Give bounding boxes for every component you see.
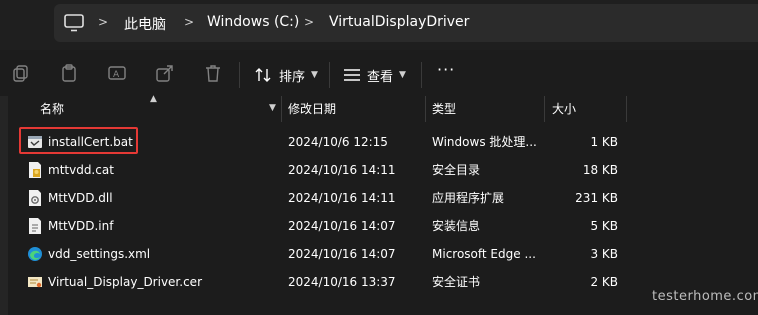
file-size: 18 KB (582, 163, 618, 177)
file-size: 3 KB (590, 247, 618, 261)
edge-xml-icon (28, 247, 42, 261)
delete-icon[interactable] (203, 63, 223, 83)
column-divider[interactable] (281, 96, 282, 122)
chevron-right-icon[interactable]: > (98, 15, 108, 29)
file-date: 2024/10/16 13:37 (288, 275, 396, 289)
certificate-icon (28, 277, 42, 288)
file-size: 2 KB (590, 275, 618, 289)
column-divider[interactable] (425, 96, 426, 122)
file-name: vdd_settings.xml (48, 247, 151, 261)
highlight-annotation (19, 127, 138, 154)
command-bar: A 排序 ▼ 查看 ▼ ··· (0, 52, 758, 96)
rename-icon[interactable]: A (107, 63, 127, 83)
chevron-down-icon[interactable]: ▼ (269, 103, 276, 113)
file-date: 2024/10/16 14:11 (288, 163, 396, 177)
file-date: 2024/10/16 14:07 (288, 247, 396, 261)
address-bar-row: > 此电脑 > Windows (C:) > VirtualDisplayDri… (0, 0, 758, 50)
svg-text:A: A (113, 70, 120, 80)
file-type: 安全目录 (432, 163, 481, 177)
file-name: MttVDD.dll (48, 191, 113, 205)
file-date: 2024/10/6 12:15 (288, 135, 388, 149)
file-name: MttVDD.inf (48, 219, 114, 233)
sort-icon (255, 68, 271, 82)
view-label: 查看 (367, 69, 394, 85)
toolbar-divider (421, 62, 422, 88)
file-date: 2024/10/16 14:07 (288, 219, 396, 233)
view-list-icon (344, 69, 360, 81)
file-name: mttvdd.cat (48, 163, 114, 177)
chevron-down-icon: ▼ (311, 70, 318, 80)
file-size: 1 KB (590, 135, 618, 149)
file-row[interactable]: vdd_settings.xml 2024/10/16 14:07 Micros… (0, 240, 758, 268)
sort-label: 排序 (279, 69, 306, 85)
breadcrumb-folder[interactable]: VirtualDisplayDriver (329, 14, 469, 30)
column-date-header[interactable]: 修改日期 (288, 96, 336, 122)
file-type: 安装信息 (432, 219, 481, 233)
copy-icon[interactable] (11, 63, 31, 83)
file-type: Windows 批处理... (432, 135, 537, 149)
file-row[interactable]: Virtual_Display_Driver.cer 2024/10/16 13… (0, 268, 758, 296)
file-type: 应用程序扩展 (432, 191, 505, 205)
file-size: 5 KB (590, 219, 618, 233)
chevron-down-icon: ▼ (399, 70, 406, 80)
column-divider[interactable] (544, 96, 545, 122)
share-icon[interactable] (155, 63, 175, 83)
column-divider[interactable] (626, 96, 627, 122)
sort-button[interactable]: 排序 ▼ (255, 62, 318, 88)
column-header-row: ▲ 名称 ▼ 修改日期 类型 大小 (0, 94, 758, 122)
inf-file-icon (29, 218, 41, 234)
sort-ascending-icon: ▲ (150, 94, 157, 104)
column-size-header[interactable]: 大小 (552, 96, 576, 122)
file-row[interactable]: MttVDD.dll 2024/10/16 14:11 应用程序扩展 231 K… (0, 184, 758, 212)
dll-file-icon (29, 190, 41, 206)
more-options-button[interactable]: ··· (437, 60, 455, 79)
breadcrumb-c-drive[interactable]: Windows (C:) (207, 14, 299, 30)
file-row[interactable]: MttVDD.inf 2024/10/16 14:07 安装信息 5 KB (0, 212, 758, 240)
file-size: 231 KB (575, 191, 618, 205)
chevron-right-icon[interactable]: > (184, 15, 194, 29)
this-pc-icon[interactable] (64, 14, 84, 32)
toolbar-divider (329, 62, 330, 88)
file-date: 2024/10/16 14:11 (288, 191, 396, 205)
watermark: testerhome.com (652, 289, 758, 304)
column-name-header[interactable]: 名称 (40, 96, 64, 122)
column-type-header[interactable]: 类型 (432, 96, 456, 122)
security-catalog-icon (29, 162, 41, 178)
file-name: Virtual_Display_Driver.cer (48, 275, 202, 289)
breadcrumb-this-pc[interactable]: 此电脑 (124, 14, 166, 34)
paste-icon[interactable] (59, 63, 79, 83)
file-type: Microsoft Edge ... (432, 247, 536, 261)
view-button[interactable]: 查看 ▼ (343, 62, 406, 88)
chevron-right-icon[interactable]: > (304, 15, 314, 29)
file-type: 安全证书 (432, 275, 481, 289)
file-row[interactable]: mttvdd.cat 2024/10/16 14:11 安全目录 18 KB (0, 156, 758, 184)
toolbar-divider (239, 62, 240, 88)
